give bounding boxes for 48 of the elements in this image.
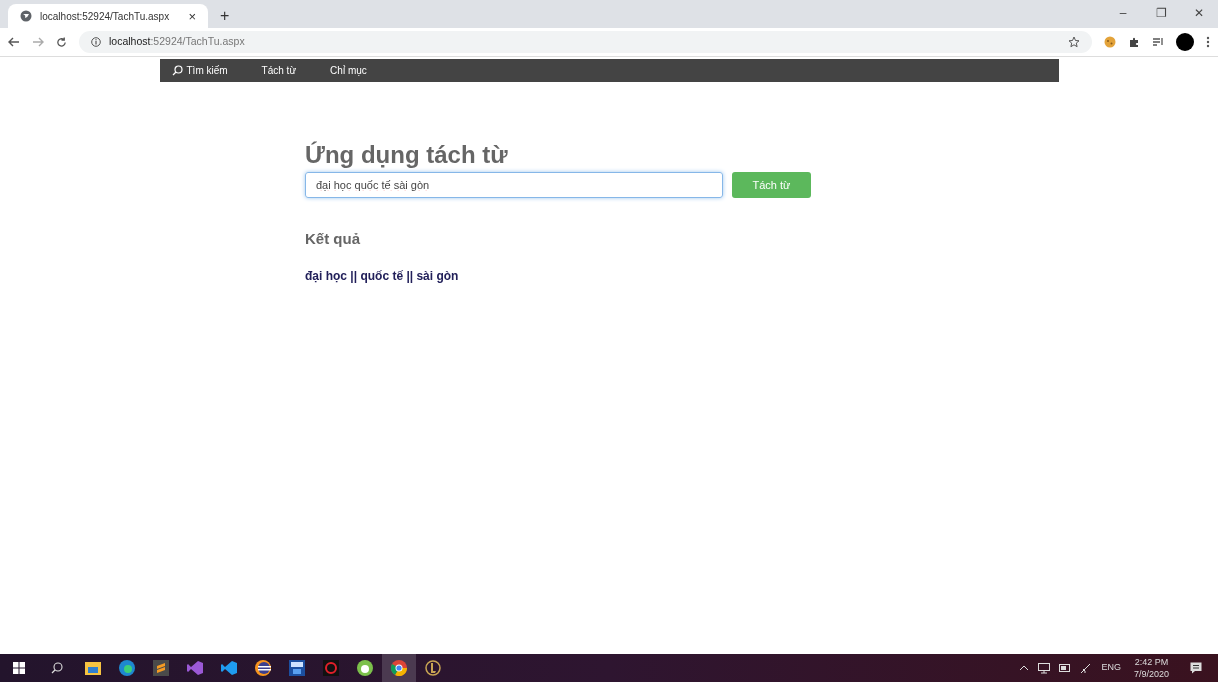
window-control-button[interactable]: ✕ — [1180, 0, 1218, 26]
globe-icon — [20, 10, 32, 22]
search-icon — [171, 65, 183, 76]
ribbon-icon — [221, 660, 237, 676]
result-heading: Kết quả — [305, 229, 361, 249]
tab-close-button[interactable]: × — [188, 9, 196, 23]
search-icon[interactable] — [51, 662, 63, 674]
result-text: đại học || quốc tế || sài gòn — [305, 267, 460, 285]
browser-tab[interactable]: localhost:52924/TachTu.aspx × — [8, 4, 208, 28]
info-icon — [91, 37, 101, 47]
round-badge-icon — [357, 660, 373, 676]
chrome-icon — [391, 660, 407, 676]
star-icon[interactable] — [1068, 36, 1080, 48]
new-tab-button[interactable]: + — [220, 8, 230, 24]
profile-avatar-icon[interactable] — [1176, 33, 1194, 51]
nav-link[interactable]: Chỉ mục — [330, 63, 367, 78]
eclipse-icon — [255, 660, 271, 676]
page-title: Ứng dụng tách từ — [305, 140, 509, 170]
address-field[interactable]: localhost:52924/TachTu.aspx — [79, 31, 1092, 53]
dev-tile-icon — [289, 660, 305, 676]
nav-link[interactable]: Tìm kiếm — [171, 63, 228, 78]
puzzle-icon[interactable] — [1128, 36, 1140, 48]
folder-icon — [85, 661, 101, 675]
chevron-up-icon[interactable] — [1019, 665, 1030, 671]
clock[interactable]: 2:42 PM 7/9/2020 — [1129, 656, 1173, 680]
text-input-field[interactable]: đại học quốc tế sài gòn — [305, 172, 723, 198]
wave-circle-icon — [119, 660, 135, 676]
back-arrow-icon[interactable] — [8, 37, 20, 47]
notification-icon[interactable] — [1190, 662, 1202, 674]
tab-title: localhost:52924/TachTu.aspx — [40, 9, 171, 24]
window-control-button[interactable]: ❐ — [1142, 0, 1180, 26]
media-list-icon[interactable] — [1152, 36, 1164, 48]
network-icon[interactable] — [1038, 662, 1051, 674]
cookie-icon[interactable] — [1104, 36, 1116, 48]
nav-link[interactable]: Tách từ — [261, 63, 297, 78]
s-tile-icon — [153, 660, 169, 676]
reload-icon[interactable] — [56, 36, 67, 48]
window-control-button[interactable]: – — [1104, 0, 1142, 26]
clock-date: 7/9/2020 — [1133, 668, 1169, 680]
language-indicator[interactable]: ENG — [1101, 661, 1121, 675]
pen-icon[interactable] — [1080, 662, 1093, 674]
clock-time: 2:42 PM — [1134, 656, 1169, 668]
infinity-ribbon-icon — [187, 660, 203, 676]
address-text: localhost:52924/TachTu.aspx — [109, 34, 245, 50]
taskbar-app-button[interactable] — [382, 654, 416, 682]
battery-icon[interactable] — [1059, 664, 1072, 672]
windows-start-icon[interactable] — [13, 662, 25, 674]
more-menu-icon[interactable] — [1206, 36, 1210, 48]
